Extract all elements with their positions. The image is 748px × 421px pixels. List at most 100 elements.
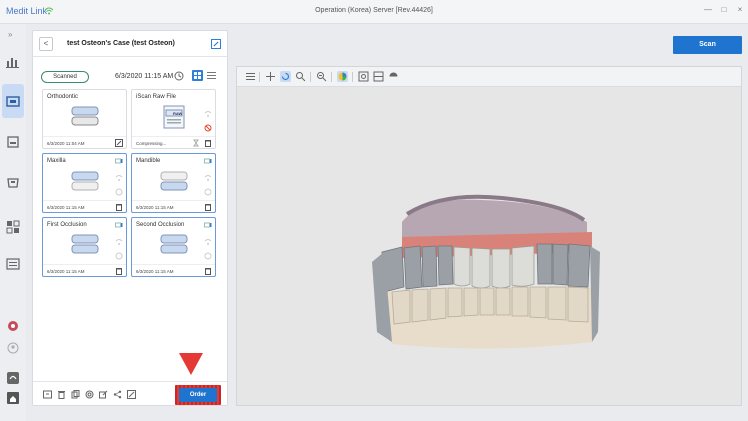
pan-icon[interactable] <box>265 71 276 82</box>
card-title: Maxilla <box>47 158 66 164</box>
nav-rail: » <box>0 24 26 421</box>
display-mode-icon[interactable] <box>388 71 399 82</box>
rail-support[interactable] <box>3 368 23 388</box>
scanner-icon <box>7 178 19 188</box>
case-header: < test Osteon's Case (test Osteon) <box>33 31 227 57</box>
list-icon <box>6 258 20 270</box>
rail-inbox[interactable] <box>3 132 23 152</box>
card-date: 6/3/2020 11:15 AM <box>136 269 174 274</box>
work-icon <box>6 220 20 234</box>
expand-rail-button[interactable]: » <box>8 30 12 39</box>
card-title: Mandible <box>136 158 161 164</box>
case-date: 6/3/2020 11:15 AM <box>115 73 174 80</box>
sync-error-icon <box>204 124 212 132</box>
card-date: 6/3/2020 11:15 AM <box>47 205 85 210</box>
dashboard-icon <box>6 58 19 68</box>
card-title: Second Occlusion <box>136 222 185 228</box>
edit-note-icon[interactable] <box>115 139 123 147</box>
card-date: 6/3/2020 11:04 AM <box>47 141 85 146</box>
case-title: test Osteon's Case (test Osteon) <box>67 40 175 47</box>
maximize-button[interactable]: □ <box>718 5 730 14</box>
card-title: iScan Raw File <box>136 94 177 100</box>
3d-viewer[interactable] <box>236 66 742 406</box>
export-icon[interactable] <box>43 390 52 399</box>
rail-case-box[interactable] <box>2 84 24 118</box>
scan-card-mandible[interactable]: Mandible 6/3/2020 11:15 AM <box>131 153 216 213</box>
inbox-icon <box>7 136 19 148</box>
hourglass-icon <box>193 139 199 147</box>
back-button[interactable]: < <box>39 37 53 51</box>
medit-link-window: Medit Link Operation (Korea) Server [Rev… <box>0 0 748 421</box>
clock-icon[interactable] <box>174 71 184 81</box>
support-icon <box>7 372 19 384</box>
menu-icon[interactable] <box>245 71 256 82</box>
card-date: 6/3/2020 11:15 AM <box>136 205 174 210</box>
title-bar: Medit Link Operation (Korea) Server [Rev… <box>0 0 748 24</box>
scan-data-icon <box>204 158 212 164</box>
case-box-icon <box>6 96 20 107</box>
order-highlight: Order <box>175 385 221 405</box>
fullscreen-icon[interactable] <box>127 390 136 399</box>
user-icon <box>7 342 19 354</box>
wifi-icon <box>204 111 212 117</box>
scan-card-maxilla[interactable]: Maxilla 6/3/2020 11:15 AM <box>42 153 127 213</box>
dental-model-3d <box>372 194 600 349</box>
scan-data-icon <box>204 222 212 228</box>
scan-button[interactable]: Scan <box>673 36 742 54</box>
scan-card-iscan-raw[interactable]: iScan Raw File RAW Compressing... <box>131 89 216 149</box>
color-map-icon[interactable] <box>337 71 348 82</box>
list-view-icon[interactable] <box>206 70 217 81</box>
screenshot-icon[interactable] <box>358 71 369 82</box>
trash-icon[interactable] <box>204 267 212 275</box>
trash-icon[interactable] <box>115 203 123 211</box>
trash-icon[interactable] <box>204 203 212 211</box>
scan-data-icon <box>115 222 123 228</box>
home-icon <box>7 392 19 404</box>
sync-icon <box>115 252 123 260</box>
rail-notification[interactable] <box>3 316 23 336</box>
wifi-icon <box>115 239 123 245</box>
attach-icon[interactable] <box>85 390 94 399</box>
card-date: 6/3/2020 11:15 AM <box>47 269 85 274</box>
rail-list[interactable] <box>3 254 23 274</box>
scan-card-second-occlusion[interactable]: Second Occlusion 6/3/2020 11:15 AM <box>131 217 216 277</box>
sync-icon <box>204 188 212 196</box>
rotate-icon[interactable] <box>280 71 291 82</box>
wifi-icon <box>204 175 212 181</box>
copy-icon[interactable] <box>71 390 80 399</box>
minimize-button[interactable]: — <box>702 5 714 14</box>
rail-dashboard[interactable] <box>3 52 23 72</box>
zoom-icon[interactable] <box>295 71 306 82</box>
scan-card-first-occlusion[interactable]: First Occlusion 6/3/2020 11:15 AM <box>42 217 127 277</box>
occlusion-thumbnail-icon <box>71 234 99 254</box>
raw-badge: RAW <box>173 111 183 116</box>
scan-data-icon <box>115 158 123 164</box>
rail-home[interactable] <box>3 388 23 408</box>
arch-thumbnail-icon <box>71 106 99 126</box>
grid-view-icon[interactable] <box>192 70 203 81</box>
trash-icon[interactable] <box>204 139 212 147</box>
card-date: Compressing... <box>136 141 167 146</box>
wifi-icon <box>204 239 212 245</box>
zoom-fit-icon[interactable] <box>316 71 327 82</box>
rail-work[interactable] <box>3 214 23 240</box>
scan-card-orthodontic[interactable]: Orthodontic 6/3/2020 11:04 AM <box>42 89 127 149</box>
rail-user[interactable] <box>3 338 23 358</box>
wifi-icon <box>115 175 123 181</box>
sync-icon <box>115 188 123 196</box>
raw-file-icon <box>163 105 185 129</box>
share-icon[interactable] <box>113 390 122 399</box>
status-badge: Scanned <box>41 71 89 83</box>
viewer-toolbar <box>237 67 741 87</box>
rail-scanner[interactable] <box>3 172 23 192</box>
layout-icon[interactable] <box>373 71 384 82</box>
sync-icon <box>204 252 212 260</box>
edit-icon[interactable] <box>211 39 221 49</box>
close-button[interactable]: × <box>734 5 746 14</box>
open-external-icon[interactable] <box>99 390 108 399</box>
card-title: Orthodontic <box>47 94 79 100</box>
trash-icon[interactable] <box>115 267 123 275</box>
trash-icon[interactable] <box>57 390 66 399</box>
order-button[interactable]: Order <box>179 388 217 402</box>
maxilla-thumbnail-icon <box>71 171 99 191</box>
